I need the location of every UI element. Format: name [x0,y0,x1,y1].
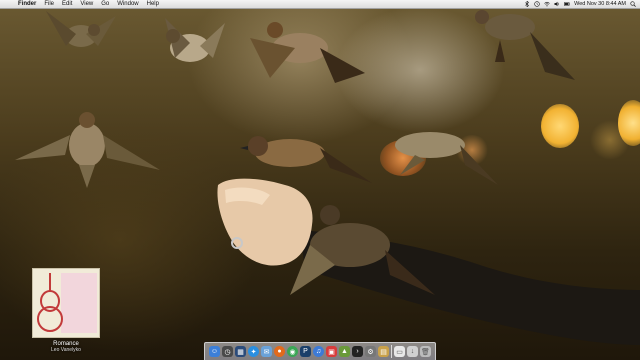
preview-icon[interactable]: ▤ [378,346,389,357]
time-machine-icon[interactable] [534,1,540,7]
dashboard-icon[interactable]: ◷ [222,346,233,357]
documents-stack-icon[interactable]: ▭ [394,346,405,357]
sparrow-bird [46,11,116,47]
desktop-file-romance[interactable]: Romance Leo Vanelyko [30,268,102,353]
sparrow-bird [165,18,225,62]
menu-go[interactable]: Go [97,0,113,8]
wifi-icon[interactable] [544,1,550,7]
status-area: Wed Nov 30 8:44 AM [524,0,640,8]
safari-icon[interactable]: ✦ [248,346,259,357]
sparrow-bird [240,136,372,183]
guitar-art-icon [37,273,63,332]
menu-help[interactable]: Help [143,0,163,8]
photoshop-icon[interactable]: P [300,346,311,357]
battery-icon[interactable] [564,1,570,7]
menu-bar: Finder File Edit View Go Window Help Wed… [0,0,640,9]
menu-view[interactable]: View [76,0,97,8]
terminal-icon[interactable]: › [352,346,363,357]
chrome-icon[interactable]: ◉ [287,346,298,357]
sparrow-bird [475,10,575,80]
mission-control-icon[interactable]: ▦ [235,346,246,357]
file-artist-label: Leo Vanelyko [51,347,81,353]
sparrow-bird [15,112,160,188]
dock-separator [391,345,392,358]
mail-icon[interactable]: ✉ [261,346,272,357]
dock: ☺ ◷ ▦ ✦ ✉ ● ◉ P ♫ ▣ ▲ › ⚙ ▤ ▭ ↓ 🗑 [204,342,436,360]
itunes-icon[interactable]: ♫ [313,346,324,357]
volume-icon[interactable] [554,1,560,7]
desktop-wallpaper: Romance Leo Vanelyko [0,0,640,360]
iphoto-icon[interactable]: ▲ [339,346,350,357]
menu-file[interactable]: File [40,0,58,8]
trash-icon[interactable]: 🗑 [420,346,431,357]
ical-icon[interactable]: ▣ [326,346,337,357]
system-preferences-icon[interactable]: ⚙ [365,346,376,357]
clock-label[interactable]: Wed Nov 30 8:44 AM [574,0,626,8]
album-cover-thumbnail [32,268,100,338]
downloads-stack-icon[interactable]: ↓ [407,346,418,357]
menu-edit[interactable]: Edit [58,0,76,8]
firefox-icon[interactable]: ● [274,346,285,357]
menu-finder[interactable]: Finder [14,0,40,8]
bluetooth-icon[interactable] [524,1,530,7]
spotlight-search-icon[interactable] [630,1,636,7]
menu-window[interactable]: Window [113,0,142,8]
finder-icon[interactable]: ☺ [209,346,220,357]
sparrow-bird [290,205,435,295]
sparrow-bird [250,22,365,83]
sparrow-bird [395,132,498,185]
